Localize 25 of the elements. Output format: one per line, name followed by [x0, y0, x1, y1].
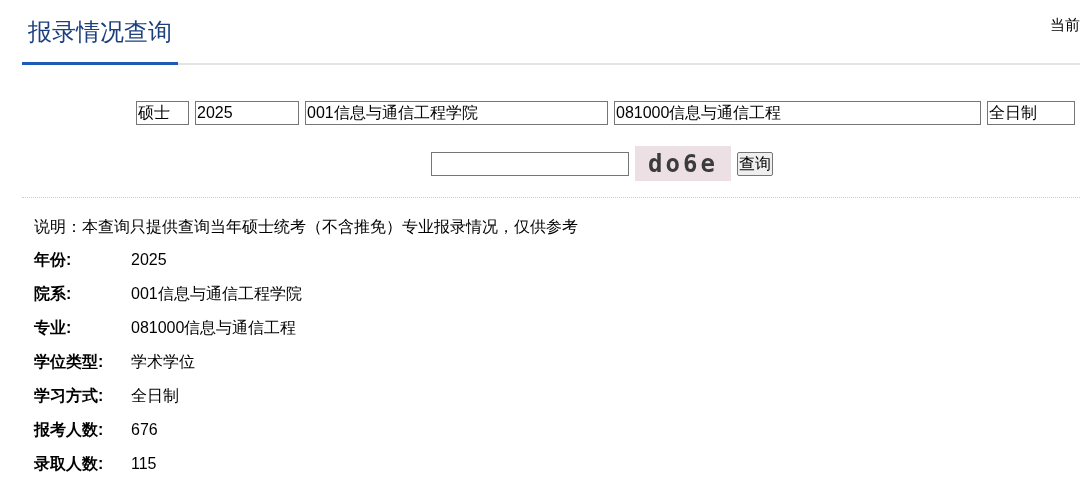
field-value: 081000信息与通信工程 — [131, 318, 297, 338]
field-value: 2025 — [131, 250, 167, 270]
select-field[interactable]: 全日制 — [987, 101, 1075, 125]
field-value: 115 — [131, 454, 157, 474]
field-label: 录取人数: — [34, 454, 105, 474]
corner-text: 当前 — [1050, 15, 1080, 35]
field-value: 全日制 — [131, 386, 179, 406]
select-field[interactable]: 硕士 — [136, 101, 189, 125]
field-value: 676 — [131, 420, 158, 440]
captcha-input[interactable] — [431, 151, 629, 176]
field-value: 学术学位 — [131, 352, 195, 372]
field-label: 学习方式: — [34, 386, 105, 406]
field-label: 年份: — [34, 250, 73, 270]
select-field[interactable]: 081000信息与通信工程 — [614, 101, 981, 125]
field-label: 报考人数: — [34, 420, 105, 440]
captcha-image: do6e — [635, 146, 731, 181]
note-text: 说明：本查询只提供查询当年硕士统考（不含推免）专业报录情况，仅供参考 — [34, 217, 579, 237]
page-title: 报录情况查询 — [22, 0, 178, 65]
field-label: 院系: — [34, 284, 73, 304]
query-button[interactable]: 查询 — [737, 151, 773, 176]
field-label: 专业: — [34, 318, 73, 338]
select-field[interactable]: 2025 — [195, 101, 299, 125]
select-field[interactable]: 001信息与通信工程学院 — [305, 101, 608, 125]
field-value: 001信息与通信工程学院 — [131, 284, 302, 304]
field-label: 学位类型: — [34, 352, 105, 372]
